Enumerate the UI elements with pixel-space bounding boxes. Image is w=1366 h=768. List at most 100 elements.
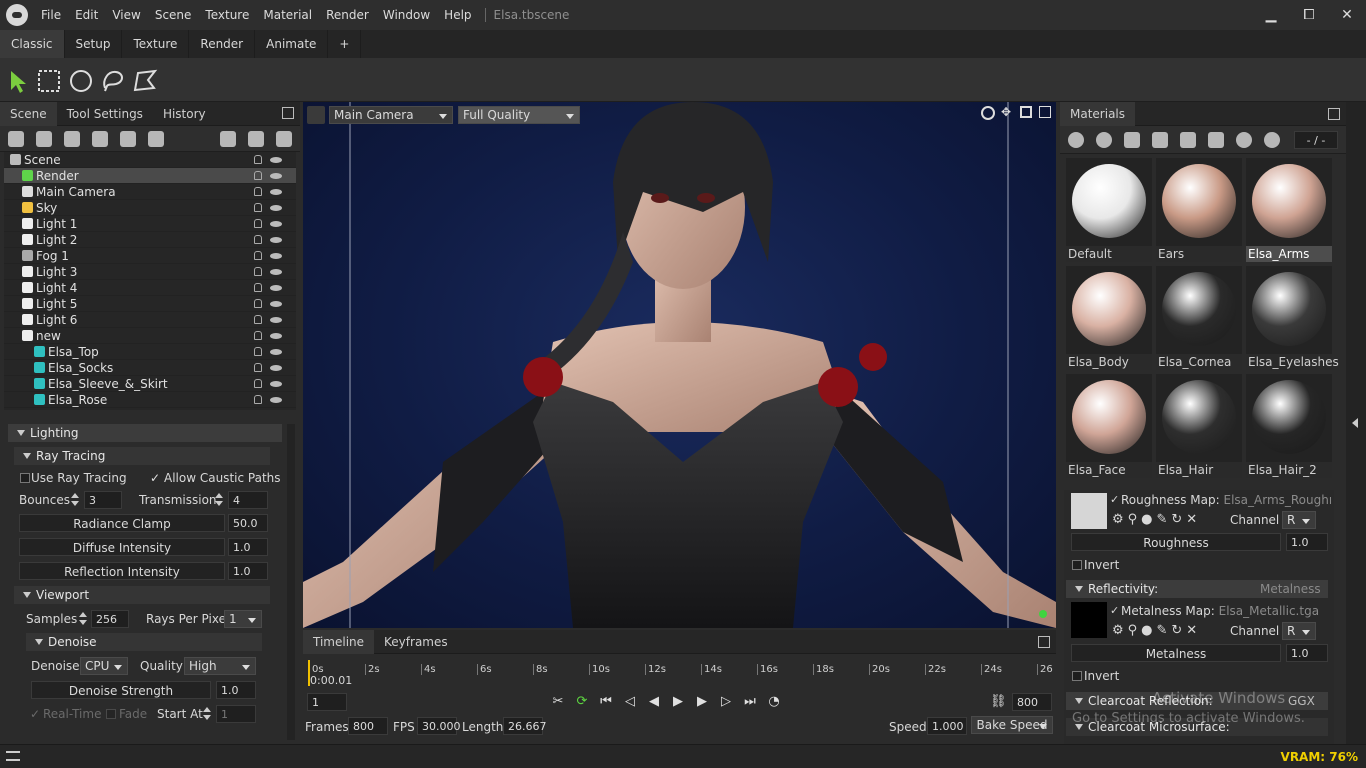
visibility-eye-icon[interactable]: [270, 397, 282, 403]
time-ruler[interactable]: 0s 2s 4s 6s 8s 10s 12s 14s 16s 18s 20s 22s 24s 26: [307, 630, 1053, 688]
visibility-eye-icon[interactable]: [270, 301, 282, 307]
lock-icon[interactable]: [254, 171, 262, 180]
menu-edit[interactable]: Edit: [75, 8, 98, 22]
speed-field[interactable]: 1.000: [927, 717, 967, 735]
rect-select-icon[interactable]: [36, 68, 62, 94]
popout-viewport-icon[interactable]: [1039, 106, 1051, 118]
transmission-spinner[interactable]: [214, 492, 224, 508]
next-key-icon[interactable]: ▷: [718, 694, 734, 710]
menu-window[interactable]: Window: [383, 8, 430, 22]
scene-tree-item[interactable]: Sky: [4, 200, 296, 216]
add-camera-icon[interactable]: [64, 130, 80, 147]
diffuse-intensity-slider[interactable]: Diffuse Intensity: [19, 538, 225, 556]
material-folder-icon[interactable]: [1152, 131, 1168, 148]
reflection-intensity-field[interactable]: 1.0: [228, 562, 268, 580]
lock-icon[interactable]: [254, 235, 262, 244]
rays-per-pixel-dropdown[interactable]: 1: [224, 610, 262, 628]
visibility-eye-icon[interactable]: [270, 205, 282, 211]
fade-checkbox[interactable]: [106, 709, 116, 719]
tab-materials[interactable]: Materials: [1060, 101, 1136, 126]
popout-materials-icon[interactable]: [1328, 108, 1340, 120]
visibility-eye-icon[interactable]: [270, 189, 282, 195]
add-material-icon[interactable]: [1068, 131, 1084, 148]
start-at-spinner[interactable]: [202, 706, 212, 722]
ray-tracing-header[interactable]: Ray Tracing: [14, 447, 270, 465]
menu-help[interactable]: Help: [444, 8, 471, 22]
metalness-field[interactable]: 1.0: [1286, 644, 1328, 662]
scene-tree-item[interactable]: Fog 1: [4, 248, 296, 264]
visibility-eye-icon[interactable]: [270, 333, 282, 339]
visibility-eye-icon[interactable]: [270, 237, 282, 243]
tab-scene[interactable]: Scene: [0, 101, 57, 126]
scene-tree-item[interactable]: Elsa_Socks: [4, 360, 296, 376]
bounces-field[interactable]: 3: [84, 491, 122, 509]
collapse-arrow-icon[interactable]: [1352, 418, 1358, 428]
material-swatch[interactable]: Elsa_Hair: [1156, 374, 1242, 478]
transmission-field[interactable]: 4: [228, 491, 268, 509]
scene-tree-item[interactable]: Main Camera: [4, 184, 296, 200]
add-fog-icon[interactable]: [92, 130, 108, 147]
camera-dropdown[interactable]: Main Camera: [329, 106, 453, 124]
scene-tree-item[interactable]: Elsa_Sleeve_&_Skirt: [4, 376, 296, 392]
add-light-icon[interactable]: [36, 130, 52, 147]
visibility-eye-icon[interactable]: [270, 221, 282, 227]
roughness-invert-checkbox[interactable]: [1072, 560, 1082, 570]
visibility-eye-icon[interactable]: [270, 285, 282, 291]
visibility-eye-icon[interactable]: [270, 317, 282, 323]
material-grid-icon[interactable]: [1124, 131, 1140, 148]
metalness-map-value[interactable]: Elsa_Metallic.tga: [1219, 604, 1319, 618]
gear-icon[interactable]: [981, 106, 995, 120]
radiance-clamp-slider[interactable]: Radiance Clamp: [19, 514, 225, 532]
roughness-map-value[interactable]: Elsa_Arms_Roughness:: [1223, 493, 1331, 507]
visibility-eye-icon[interactable]: [270, 157, 282, 163]
reflection-intensity-slider[interactable]: Reflection Intensity: [19, 562, 225, 580]
hamburger-icon[interactable]: [6, 751, 20, 761]
scene-tree-item[interactable]: Light 3: [4, 264, 296, 280]
render-viewport[interactable]: Main Camera Full Quality ✥: [303, 102, 1056, 628]
first-frame-icon[interactable]: ⏮: [598, 694, 614, 710]
lock-icon[interactable]: [254, 203, 262, 212]
prev-frame-icon[interactable]: ◀: [646, 694, 662, 710]
menu-texture[interactable]: Texture: [205, 8, 249, 22]
bounces-spinner[interactable]: [70, 492, 80, 508]
denoise-strength-field[interactable]: 1.0: [216, 681, 256, 699]
eyedropper-icon[interactable]: [1208, 131, 1224, 148]
scene-tree-item[interactable]: Scene: [4, 152, 296, 168]
select-arrow-icon[interactable]: [6, 68, 32, 94]
roughness-map-check-icon[interactable]: ✓: [1110, 491, 1119, 509]
fullscreen-icon[interactable]: [1020, 106, 1032, 118]
tab-render[interactable]: Render: [189, 30, 256, 58]
trash-icon[interactable]: [276, 130, 292, 147]
material-swatch[interactable]: Elsa_Cornea: [1156, 266, 1242, 370]
start-at-field[interactable]: 1: [216, 705, 256, 723]
roughness-thumbnail[interactable]: [1071, 493, 1107, 529]
menu-file[interactable]: File: [41, 8, 61, 22]
use-ray-tracing-checkbox[interactable]: [20, 473, 30, 483]
material-swatch[interactable]: Elsa_Face: [1066, 374, 1152, 478]
tab-tool-settings[interactable]: Tool Settings: [57, 102, 153, 126]
scene-tree-item[interactable]: new: [4, 328, 296, 344]
lock-icon[interactable]: [254, 155, 262, 164]
loop-icon[interactable]: ⟳: [574, 694, 590, 710]
clearcoat-mode[interactable]: GGX: [1288, 692, 1315, 710]
lock-icon[interactable]: [254, 395, 262, 404]
add-shadow-catcher-icon[interactable]: [120, 130, 136, 147]
metalness-invert-checkbox[interactable]: [1072, 671, 1082, 681]
allow-caustic-check-icon[interactable]: ✓: [150, 469, 160, 487]
scene-tree-item[interactable]: Light 1: [4, 216, 296, 232]
material-swatch[interactable]: Elsa_Arms: [1246, 158, 1332, 262]
tab-history[interactable]: History: [153, 102, 216, 126]
move-icon[interactable]: ✥: [1001, 106, 1013, 118]
roughness-channel-dropdown[interactable]: R: [1282, 511, 1316, 529]
export-icon[interactable]: [1264, 131, 1280, 148]
scene-tree-item[interactable]: Render: [4, 168, 296, 184]
scissors-icon[interactable]: ✂: [550, 694, 566, 710]
folder-icon[interactable]: [220, 130, 236, 147]
last-frame-icon[interactable]: ⏭: [742, 694, 758, 710]
polygon-select-icon[interactable]: [132, 68, 158, 94]
bake-speed-button[interactable]: Bake Speed: [971, 716, 1053, 734]
samples-field[interactable]: 256: [91, 610, 129, 628]
frames-field[interactable]: 800: [348, 717, 388, 735]
quality-mode-dropdown[interactable]: Full Quality: [458, 106, 580, 124]
visibility-eye-icon[interactable]: [270, 253, 282, 259]
